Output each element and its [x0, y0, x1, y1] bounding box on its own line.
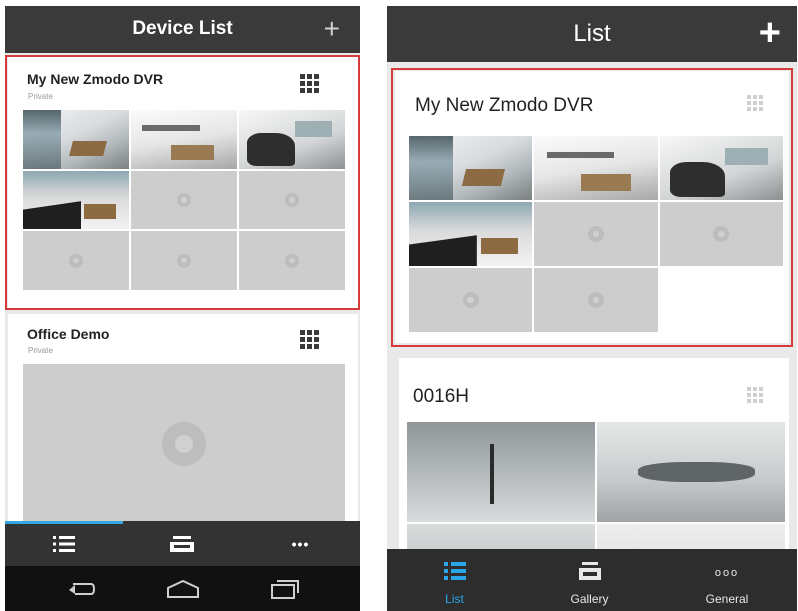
- device-card-office-demo[interactable]: Office Demo Private: [8, 314, 358, 524]
- channel-thumbnail[interactable]: [597, 422, 785, 522]
- grid-menu-icon[interactable]: [300, 330, 319, 349]
- camera-placeholder-icon: [587, 292, 604, 308]
- camera-placeholder-icon: [69, 253, 83, 268]
- gallery-tray-icon: [170, 535, 194, 552]
- channel-thumbnail-grid: [409, 136, 783, 332]
- device-name: 0016H: [413, 386, 469, 407]
- device-card-0016h[interactable]: 0016H: [399, 358, 789, 611]
- empty-channel-thumbnail[interactable]: [23, 231, 129, 290]
- page-title: List: [573, 20, 611, 47]
- empty-channel-thumbnail[interactable]: [409, 268, 533, 332]
- recents-icon: [271, 579, 299, 599]
- gallery-tray-icon: [578, 562, 601, 580]
- bottom-navigation: •••: [5, 521, 360, 566]
- list-icon: [443, 562, 466, 580]
- device-card-my-new-zmodo-dvr[interactable]: My New Zmodo DVR Private: [8, 57, 358, 308]
- device-subtitle: Private: [28, 346, 53, 355]
- header-bar: List +: [387, 6, 797, 62]
- add-device-button[interactable]: +: [759, 12, 781, 55]
- back-button[interactable]: [50, 566, 110, 611]
- bottom-navigation: List Gallery ooo General: [387, 549, 797, 611]
- empty-channel-thumbnail[interactable]: [534, 268, 658, 332]
- list-icon: [53, 535, 75, 552]
- channel-thumbnail[interactable]: [409, 136, 533, 200]
- add-device-button[interactable]: +: [324, 13, 340, 45]
- camera-placeholder-icon: [162, 422, 206, 466]
- empty-channel-thumbnail[interactable]: [534, 202, 658, 266]
- channel-thumbnail[interactable]: [131, 110, 237, 169]
- header-bar: Device List +: [5, 6, 360, 53]
- grid-menu-icon[interactable]: [300, 74, 319, 93]
- device-name: Office Demo: [27, 326, 110, 342]
- camera-placeholder-icon: [587, 226, 604, 242]
- tab-list[interactable]: List: [387, 549, 522, 611]
- empty-channel-thumbnail[interactable]: [239, 170, 345, 230]
- device-name: My New Zmodo DVR: [415, 95, 594, 116]
- channel-thumbnail[interactable]: [23, 110, 129, 169]
- channel-thumbnail[interactable]: [409, 202, 533, 266]
- empty-grid-slot: [659, 268, 783, 332]
- tab-gallery[interactable]: [123, 521, 241, 566]
- grid-menu-icon[interactable]: [747, 387, 763, 403]
- tab-more[interactable]: •••: [241, 521, 360, 566]
- more-dots-icon: ooo: [714, 567, 740, 579]
- channel-thumbnail-grid: [23, 110, 345, 290]
- device-subtitle: Private: [28, 92, 53, 101]
- tab-list[interactable]: [5, 521, 123, 566]
- device-card-my-new-zmodo-dvr[interactable]: My New Zmodo DVR: [395, 71, 789, 343]
- home-button[interactable]: [153, 566, 213, 611]
- channel-thumbnail[interactable]: [407, 422, 595, 522]
- channel-thumbnail[interactable]: [534, 136, 658, 200]
- camera-placeholder-icon: [177, 253, 191, 268]
- back-icon: [69, 582, 95, 595]
- tab-gallery[interactable]: Gallery: [522, 549, 657, 611]
- camera-placeholder-icon: [177, 192, 191, 207]
- left-phone-screen: Device List + My New Zmodo DVR Private O…: [5, 6, 360, 611]
- system-navigation-bar: [5, 566, 360, 611]
- channel-thumbnail[interactable]: [239, 110, 345, 169]
- empty-channel-thumbnail[interactable]: [131, 231, 237, 290]
- camera-placeholder-icon: [713, 226, 730, 242]
- channel-thumbnail[interactable]: [23, 170, 129, 230]
- grid-menu-icon[interactable]: [747, 95, 763, 111]
- camera-placeholder-icon: [462, 292, 479, 308]
- tab-label: General: [705, 592, 749, 606]
- channel-thumbnail[interactable]: [659, 136, 783, 200]
- page-title: Device List: [132, 18, 233, 39]
- camera-placeholder-icon: [285, 253, 299, 268]
- tab-label: List: [445, 592, 464, 606]
- empty-channel-thumbnail[interactable]: [239, 231, 345, 290]
- right-phone-screen: List + My New Zmodo DVR 0016H List Galle…: [387, 6, 797, 611]
- tab-label: Gallery: [570, 592, 609, 606]
- camera-placeholder-icon: [285, 192, 299, 207]
- device-name: My New Zmodo DVR: [27, 71, 164, 87]
- empty-channel-thumbnail[interactable]: [659, 202, 783, 266]
- tab-general[interactable]: ooo General: [657, 549, 797, 611]
- empty-channel-thumbnail[interactable]: [131, 170, 237, 230]
- home-icon: [167, 579, 199, 598]
- recents-button[interactable]: [255, 566, 315, 611]
- empty-channel-thumbnail[interactable]: [23, 364, 345, 524]
